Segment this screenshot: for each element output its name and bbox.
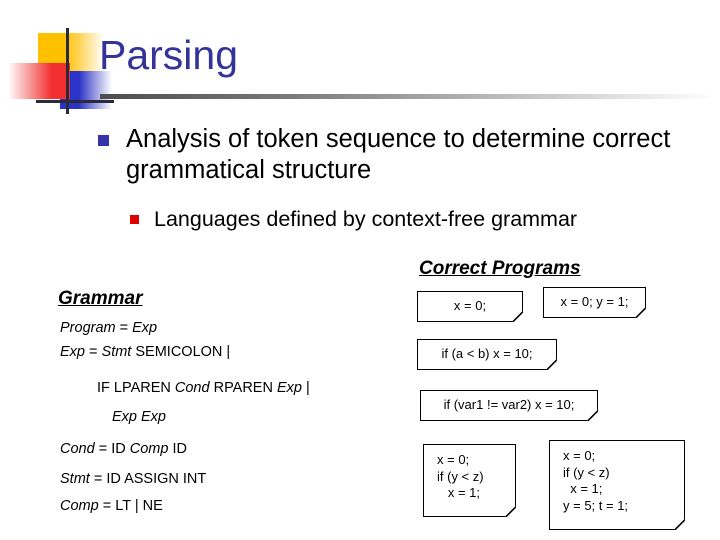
grammar-nonterminal: Cond	[60, 441, 95, 457]
grammar-terminal: RPAREN	[209, 380, 277, 396]
grammar-nonterminal: Program	[60, 320, 116, 336]
grammar-rule-line: Program = Exp	[60, 320, 157, 336]
bullet-level1-text: Analysis of token sequence to determine …	[126, 125, 671, 184]
grammar-rule-line: Exp = Stmt SEMICOLON |	[60, 344, 230, 360]
program-sample-code: if (var1 != var2) x = 10;	[443, 397, 575, 413]
grammar-rule-line: Comp = LT | NE	[60, 498, 163, 514]
grammar-terminal: |	[301, 380, 310, 396]
grammar-nonterminal: Exp	[132, 320, 158, 336]
program-sample-code: if (a < b) x = 10;	[441, 346, 533, 362]
grammar-rule-line: Exp Exp	[112, 409, 166, 425]
grammar-terminal: = ID	[94, 441, 130, 457]
grammar-terminal: ID	[168, 441, 187, 457]
grammar-terminal: = ID ASSIGN INT	[89, 471, 207, 487]
grammar-terminal: SEMICOLON |	[131, 344, 231, 360]
program-sample-code: x = 0; y = 1;	[560, 294, 629, 310]
grammar-nonterminal: Comp	[60, 498, 99, 514]
title-underline-rule	[100, 94, 716, 99]
grammar-nonterminal: Exp Exp	[112, 409, 166, 425]
grammar-rule-line: Stmt = ID ASSIGN INT	[60, 471, 206, 487]
program-sample-box: x = 0; if (y < z) x = 1; y = 5; t = 1;	[549, 440, 685, 530]
program-sample-code: x = 0; if (y < z) x = 1; y = 5; t = 1;	[563, 448, 629, 513]
grammar-nonterminal: Cond	[174, 380, 210, 396]
grammar-terminal: IF LPAREN	[97, 380, 175, 396]
correct-programs-heading: Correct Programs	[419, 258, 581, 279]
program-sample-box: if (a < b) x = 10;	[417, 339, 557, 370]
decorative-logo	[8, 28, 114, 114]
grammar-terminal: =	[85, 344, 102, 360]
grammar-nonterminal: Stmt	[60, 471, 90, 487]
grammar-terminal: = LT | NE	[98, 498, 163, 514]
grammar-nonterminal: Stmt	[101, 344, 132, 360]
bullet-level2: Languages defined by context-free gramma…	[130, 205, 610, 234]
grammar-nonterminal: Exp	[276, 380, 302, 396]
grammar-nonterminal: Comp	[129, 441, 169, 457]
program-sample-code: x = 0;	[453, 298, 487, 314]
slide-canvas: Parsing Analysis of token sequence to de…	[0, 0, 720, 540]
program-sample-code: x = 0; if (y < z) x = 1;	[437, 452, 484, 500]
grammar-rule-line: Cond = ID Comp ID	[60, 441, 187, 457]
grammar-rule-line: IF LPAREN Cond RPAREN Exp |	[97, 380, 310, 396]
logo-horizontal-line	[36, 100, 114, 103]
grammar-nonterminal: Exp	[60, 344, 85, 360]
bullet-level2-text: Languages defined by context-free gramma…	[154, 207, 578, 231]
grammar-heading: Grammar	[58, 288, 143, 309]
slide-title: Parsing	[99, 32, 239, 78]
program-sample-box: x = 0;	[417, 291, 523, 322]
program-sample-box: x = 0; y = 1;	[543, 287, 646, 318]
square-sub-bullet-icon	[130, 215, 139, 224]
square-bullet-icon	[98, 135, 109, 146]
program-sample-box: if (var1 != var2) x = 10;	[420, 390, 598, 421]
logo-red-square	[8, 63, 70, 99]
grammar-terminal: =	[115, 320, 133, 336]
program-sample-box: x = 0; if (y < z) x = 1;	[423, 444, 516, 517]
bullet-level1: Analysis of token sequence to determine …	[98, 124, 698, 186]
